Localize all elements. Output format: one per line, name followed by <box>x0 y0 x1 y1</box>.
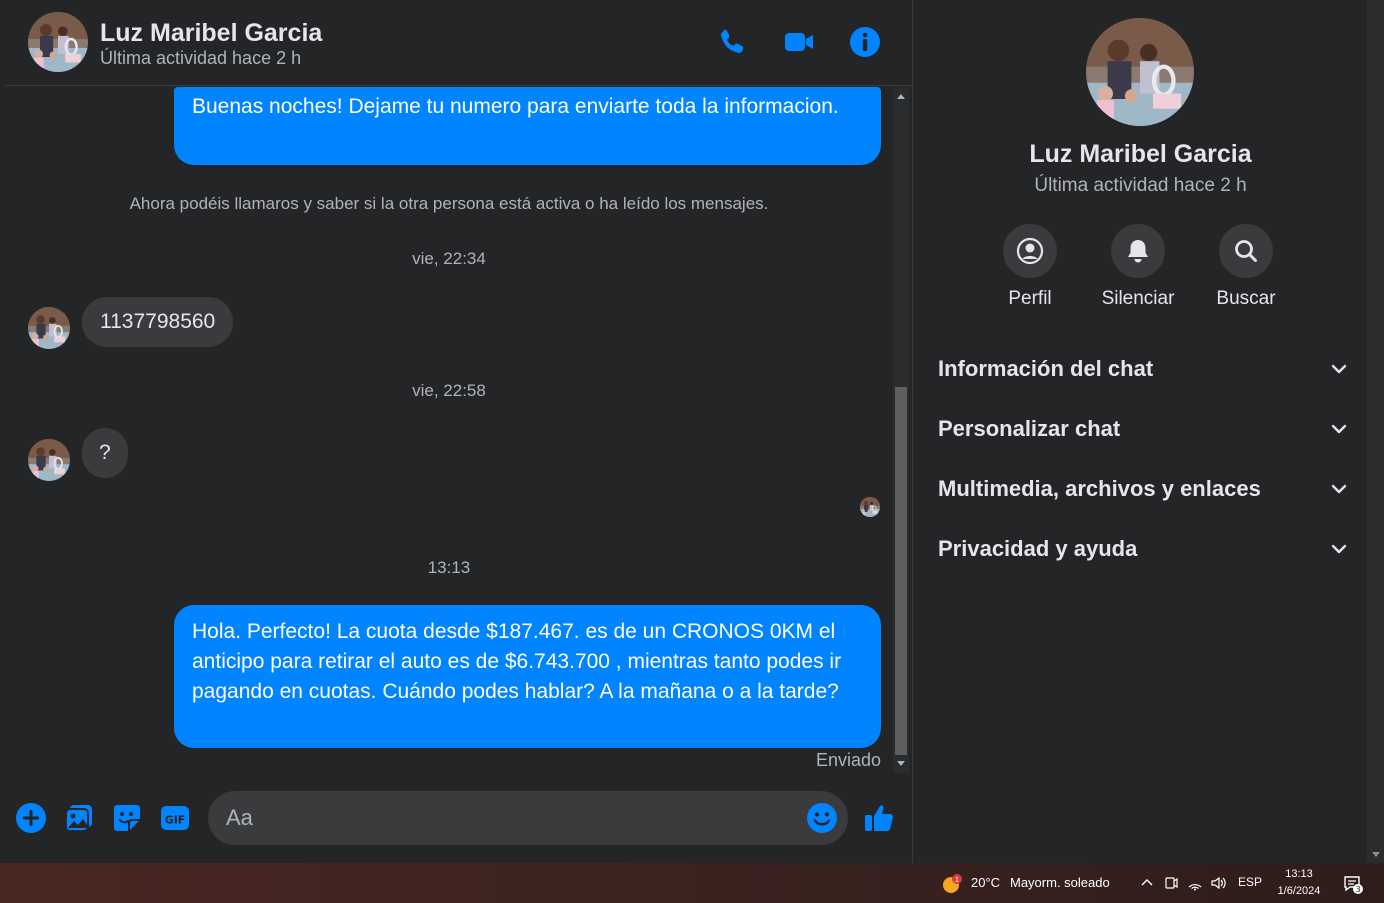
weather-condition[interactable]: Mayorm. soleado <box>1010 875 1110 890</box>
notification-center-icon[interactable]: 3 <box>1342 873 1364 895</box>
search-label: Buscar <box>1216 288 1276 309</box>
chevron-down-icon <box>1331 424 1347 434</box>
chevron-down-icon <box>1331 364 1347 374</box>
sticker-icon[interactable] <box>111 802 143 834</box>
messenger-app: Luz Maribel Garcia Última actividad hace… <box>0 0 1384 863</box>
scroll-up-arrow[interactable] <box>897 94 905 99</box>
gif-icon[interactable]: GIF <box>159 802 191 834</box>
composer: GIF <box>5 780 913 856</box>
weather-temperature[interactable]: 20°C <box>971 875 1000 890</box>
weather-sun-icon[interactable]: 1 <box>941 873 963 895</box>
add-icon[interactable] <box>15 802 47 834</box>
weather-badge: 1 <box>955 876 959 884</box>
chat-scrollbar[interactable] <box>893 87 909 773</box>
section-title: Información del chat <box>938 356 1154 381</box>
message-input[interactable] <box>226 791 796 845</box>
window-scrollbar[interactable] <box>1367 0 1384 863</box>
section-title: Privacidad y ayuda <box>938 536 1138 561</box>
scrollbar-thumb[interactable] <box>895 387 907 755</box>
scroll-down-arrow[interactable] <box>1372 852 1380 857</box>
contact-name[interactable]: Luz Maribel Garcia <box>100 19 322 48</box>
clock[interactable]: 13:13 1/6/2024 <box>1270 866 1328 900</box>
profile-label: Perfil <box>1008 288 1052 309</box>
timestamp-separator: 13:13 <box>427 558 471 577</box>
search-icon <box>1219 224 1273 278</box>
video-camera-icon[interactable] <box>783 26 815 58</box>
sender-avatar[interactable] <box>28 307 70 349</box>
chevron-down-icon <box>1331 544 1347 554</box>
clock-time: 13:13 <box>1285 868 1313 880</box>
bell-icon <box>1111 224 1165 278</box>
chat-header: Luz Maribel Garcia Última actividad hace… <box>5 0 913 86</box>
conversation-info-panel: Luz Maribel Garcia Última actividad hace… <box>914 0 1367 863</box>
windows-taskbar: 1 20°C Mayorm. soleado ESP 13:13 1/6/202… <box>0 863 1384 903</box>
notification-count: 3 <box>1355 885 1360 894</box>
message-outgoing[interactable]: Buenas noches! Dejame tu numero para env… <box>174 87 881 165</box>
phone-icon[interactable] <box>716 26 748 58</box>
info-icon[interactable] <box>849 26 881 58</box>
clock-date: 1/6/2024 <box>1277 885 1321 897</box>
message-incoming[interactable]: ? <box>82 428 128 478</box>
section-title: Personalizar chat <box>938 416 1121 441</box>
profile-icon <box>1003 224 1057 278</box>
message-list[interactable]: Buenas noches! Dejame tu numero para env… <box>5 87 893 777</box>
contact-name: Luz Maribel Garcia <box>1029 140 1252 168</box>
timestamp-separator: vie, 22:34 <box>412 249 486 268</box>
gif-label: GIF <box>165 814 186 827</box>
search-button[interactable]: Buscar <box>1201 224 1291 310</box>
message-input-wrapper[interactable] <box>208 791 848 845</box>
profile-button[interactable]: Perfil <box>985 224 1075 310</box>
section-customize-chat[interactable]: Personalizar chat <box>930 404 1350 454</box>
wifi-icon[interactable] <box>1187 875 1203 891</box>
system-note: Ahora podéis llamaros y saber si la otra… <box>129 194 769 213</box>
section-chat-info[interactable]: Información del chat <box>930 344 1350 394</box>
contact-avatar[interactable] <box>28 12 88 72</box>
sent-status: Enviado <box>815 750 881 770</box>
contact-status: Última actividad hace 2 h <box>100 48 302 68</box>
emoji-icon[interactable] <box>806 802 838 834</box>
section-title: Multimedia, archivos y enlaces <box>938 476 1261 501</box>
photo-icon[interactable] <box>63 802 95 834</box>
contact-status: Última actividad hace 2 h <box>1034 175 1247 196</box>
mute-button[interactable]: Silenciar <box>1093 224 1183 310</box>
sender-avatar[interactable] <box>28 439 70 481</box>
section-privacy-support[interactable]: Privacidad y ayuda <box>930 524 1350 574</box>
message-outgoing[interactable]: Hola. Perfecto! La cuota desde $187.467.… <box>174 605 881 748</box>
chevron-down-icon <box>1331 484 1347 494</box>
contact-avatar-large[interactable] <box>1086 18 1194 126</box>
scroll-down-arrow[interactable] <box>897 761 905 766</box>
volume-icon[interactable] <box>1210 875 1226 891</box>
meet-now-icon[interactable] <box>1163 875 1179 891</box>
input-language[interactable]: ESP <box>1238 875 1262 889</box>
like-icon[interactable] <box>863 802 895 834</box>
chat-pane: Luz Maribel Garcia Última actividad hace… <box>0 0 913 863</box>
chevron-up-icon[interactable] <box>1139 875 1155 891</box>
section-media-files-links[interactable]: Multimedia, archivos y enlaces <box>930 464 1350 514</box>
timestamp-separator: vie, 22:58 <box>412 381 486 400</box>
message-incoming[interactable]: 1137798560 <box>82 297 234 347</box>
mute-label: Silenciar <box>1101 288 1175 309</box>
seen-avatar <box>860 497 880 517</box>
